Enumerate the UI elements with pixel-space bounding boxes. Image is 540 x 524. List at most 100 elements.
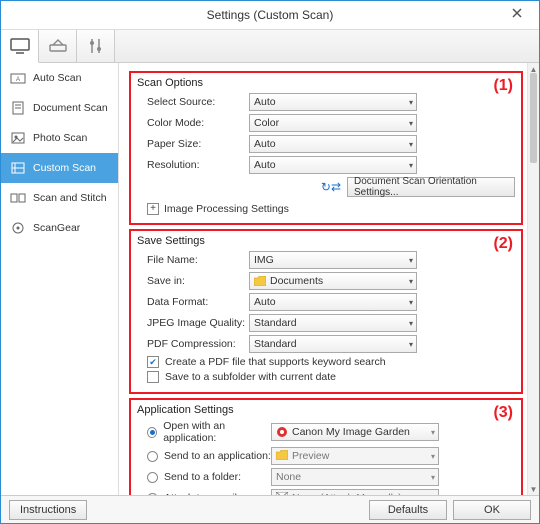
ok-button[interactable]: OK: [453, 500, 531, 520]
send-to-app-combo[interactable]: Preview▾: [271, 447, 439, 465]
scroll-thumb[interactable]: [530, 73, 537, 163]
tab-scan-from-computer[interactable]: [1, 30, 39, 63]
pdf-compression-combo[interactable]: Standard▾: [249, 335, 417, 353]
section-number: (2): [493, 235, 513, 253]
window-title: Settings (Custom Scan): [207, 8, 334, 22]
sidebar-item-photo-scan[interactable]: Photo Scan: [1, 123, 118, 153]
stitch-icon: [9, 189, 27, 207]
chevron-down-icon: ▾: [409, 140, 413, 149]
svg-text:A: A: [16, 77, 20, 83]
pdf-compression-label: PDF Compression:: [137, 338, 249, 350]
sidebar-item-scangear[interactable]: ScanGear: [1, 213, 118, 243]
resolution-label: Resolution:: [137, 159, 249, 171]
sliders-icon: [87, 37, 105, 55]
pdf-keyword-checkbox[interactable]: ✔: [147, 356, 159, 368]
folder-icon: [276, 450, 288, 462]
tab-general-settings[interactable]: [77, 30, 115, 62]
attach-email-label: Attach to e-mail:: [164, 492, 240, 495]
send-to-folder-radio[interactable]: [147, 472, 158, 483]
send-to-folder-combo[interactable]: None▾: [271, 468, 439, 486]
subfolder-date-label: Save to a subfolder with current date: [165, 371, 336, 383]
scangear-icon: [9, 219, 27, 237]
jpeg-quality-label: JPEG Image Quality:: [137, 317, 249, 329]
sidebar-item-auto-scan[interactable]: A Auto Scan: [1, 63, 118, 93]
attach-email-radio[interactable]: [147, 493, 158, 496]
chevron-down-icon: ▾: [409, 319, 413, 328]
app-icon: [276, 426, 288, 438]
custom-scan-icon: [9, 159, 27, 177]
mail-icon: [276, 492, 288, 495]
monitor-icon: [9, 37, 31, 55]
sidebar-item-document-scan[interactable]: Document Scan: [1, 93, 118, 123]
footer: Instructions Defaults OK: [1, 495, 539, 523]
folder-icon: [254, 276, 266, 286]
open-with-app-combo[interactable]: Canon My Image Garden▾: [271, 423, 439, 441]
color-mode-combo[interactable]: Color▾: [249, 114, 417, 132]
scroll-down-arrow-icon[interactable]: ▼: [528, 483, 539, 495]
save-settings-section: (2) Save Settings File Name: IMG▾ Save i…: [129, 229, 523, 394]
refresh-icon[interactable]: ↻⇄: [321, 180, 341, 194]
sidebar-item-label: ScanGear: [33, 222, 80, 234]
file-name-label: File Name:: [137, 254, 249, 266]
sidebar-item-label: Photo Scan: [33, 132, 87, 144]
sidebar-item-custom-scan[interactable]: Custom Scan: [1, 153, 118, 183]
scan-options-section: (1) Scan Options Select Source: Auto▾ Co…: [129, 71, 523, 225]
category-toolbar: [1, 29, 539, 63]
sidebar-item-label: Auto Scan: [33, 72, 81, 84]
save-settings-title: Save Settings: [137, 235, 515, 247]
chevron-down-icon: ▾: [409, 277, 413, 286]
image-processing-expander[interactable]: + Image Processing Settings: [147, 203, 515, 215]
chevron-down-icon: ▾: [409, 119, 413, 128]
chevron-down-icon: ▾: [409, 256, 413, 265]
auto-scan-icon: A: [9, 69, 27, 87]
paper-size-label: Paper Size:: [137, 138, 249, 150]
instructions-button[interactable]: Instructions: [9, 500, 87, 520]
application-settings-title: Application Settings: [137, 404, 515, 416]
pdf-keyword-label: Create a PDF file that supports keyword …: [165, 356, 386, 368]
orientation-settings-button[interactable]: Document Scan Orientation Settings...: [347, 177, 515, 197]
titlebar: Settings (Custom Scan): [1, 1, 539, 29]
tab-scan-from-panel[interactable]: [39, 30, 77, 62]
file-name-combo[interactable]: IMG▾: [249, 251, 417, 269]
chevron-down-icon: ▾: [431, 452, 435, 461]
document-scan-icon: [9, 99, 27, 117]
sidebar-item-label: Custom Scan: [33, 162, 96, 174]
chevron-down-icon: ▾: [431, 473, 435, 482]
sidebar-item-label: Scan and Stitch: [33, 192, 107, 204]
jpeg-quality-combo[interactable]: Standard▾: [249, 314, 417, 332]
photo-scan-icon: [9, 129, 27, 147]
defaults-button[interactable]: Defaults: [369, 500, 447, 520]
save-in-label: Save in:: [137, 275, 249, 287]
send-to-app-label: Send to an application:: [164, 450, 271, 462]
data-format-combo[interactable]: Auto▾: [249, 293, 417, 311]
open-with-app-radio[interactable]: [147, 427, 157, 438]
chevron-down-icon: ▾: [409, 298, 413, 307]
chevron-down-icon: ▾: [409, 98, 413, 107]
select-source-label: Select Source:: [137, 96, 249, 108]
content-scroll: (1) Scan Options Select Source: Auto▾ Co…: [119, 63, 527, 495]
send-to-folder-label: Send to a folder:: [164, 471, 241, 483]
select-source-combo[interactable]: Auto▾: [249, 93, 417, 111]
paper-size-combo[interactable]: Auto▾: [249, 135, 417, 153]
sidebar-item-scan-and-stitch[interactable]: Scan and Stitch: [1, 183, 118, 213]
subfolder-date-checkbox[interactable]: [147, 371, 159, 383]
chevron-down-icon: ▾: [409, 161, 413, 170]
close-button[interactable]: [497, 3, 537, 23]
close-icon: [512, 8, 522, 18]
resolution-combo[interactable]: Auto▾: [249, 156, 417, 174]
main-area: A Auto Scan Document Scan Photo Scan Cus…: [1, 63, 539, 495]
scanner-icon: [47, 37, 69, 55]
application-settings-section: (3) Application Settings Open with an ap…: [129, 398, 523, 495]
vertical-scrollbar[interactable]: ▲ ▼: [527, 63, 539, 495]
content-wrap: (1) Scan Options Select Source: Auto▾ Co…: [119, 63, 539, 495]
attach-email-combo[interactable]: None (Attach Manually)▾: [271, 489, 439, 495]
chevron-down-icon: ▾: [409, 340, 413, 349]
chevron-down-icon: ▾: [431, 428, 435, 437]
send-to-app-radio[interactable]: [147, 451, 158, 462]
open-with-app-label: Open with an application:: [163, 420, 271, 444]
settings-window: Settings (Custom Scan) A Auto Scan Docum…: [0, 0, 540, 524]
save-in-combo[interactable]: Documents▾: [249, 272, 417, 290]
expander-label: Image Processing Settings: [164, 203, 289, 215]
color-mode-label: Color Mode:: [137, 117, 249, 129]
scan-options-title: Scan Options: [137, 77, 515, 89]
